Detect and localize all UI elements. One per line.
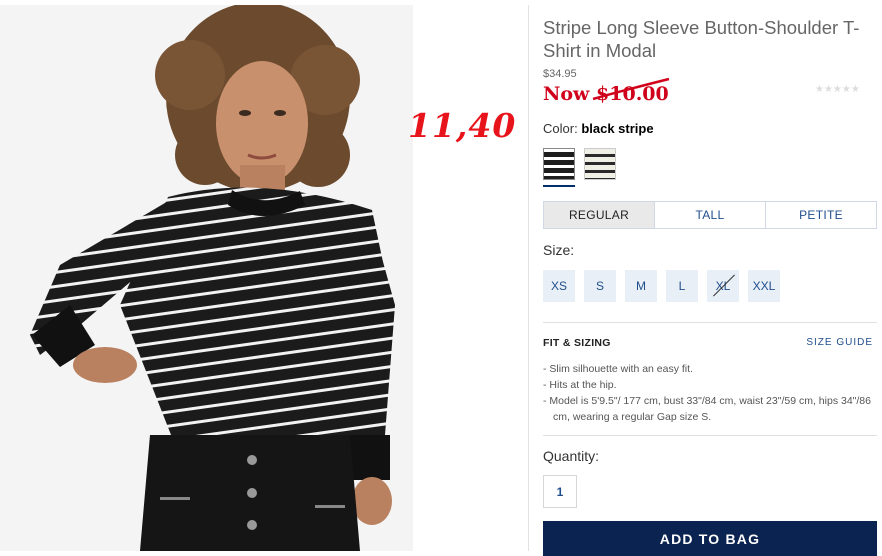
size-xl-unavailable[interactable]: XL — [707, 270, 739, 302]
original-price: $34.95 — [543, 68, 577, 80]
fit-bullet: - Model is 5'9.5"/ 177 cm, bust 33"/84 c… — [543, 395, 871, 423]
fit-bullet: - Hits at the hip. — [543, 379, 617, 391]
swatch-selected-indicator — [543, 185, 575, 187]
tab-petite[interactable]: PETITE — [766, 202, 876, 228]
product-details-panel: Stripe Long Sleeve Button-Shoulder T-Shi… — [528, 5, 882, 556]
tab-regular[interactable]: REGULAR — [544, 202, 655, 228]
size-options: XS S M L XL XXL — [543, 270, 780, 302]
fit-tabs: REGULAR TALL PETITE — [543, 201, 877, 229]
size-guide-link[interactable]: SIZE GUIDE — [806, 337, 873, 348]
size-s[interactable]: S — [584, 270, 616, 302]
size-m[interactable]: M — [625, 270, 657, 302]
sale-amount: $10.00 — [596, 83, 669, 105]
rating-stars[interactable]: ★★★★★ — [815, 84, 860, 95]
swatch-cream-stripe[interactable] — [584, 148, 616, 180]
size-xs[interactable]: XS — [543, 270, 575, 302]
fit-sizing-list: - Slim silhouette with an easy fit. - Hi… — [543, 361, 873, 425]
fit-bullet: - Slim silhouette with an easy fit. — [543, 363, 693, 375]
color-row: Color: black stripe — [543, 121, 654, 136]
color-value: black stripe — [581, 121, 654, 136]
fit-sizing-heading: FIT & SIZING — [543, 337, 611, 349]
sale-price: Now $10.00 — [543, 83, 669, 105]
size-l[interactable]: L — [666, 270, 698, 302]
tab-tall[interactable]: TALL — [655, 202, 766, 228]
quantity-input[interactable]: 1 — [543, 475, 577, 508]
swatch-black-stripe[interactable] — [543, 148, 575, 180]
divider — [543, 322, 877, 323]
product-image[interactable] — [0, 5, 413, 551]
size-label: Size: — [543, 242, 575, 258]
divider — [543, 435, 877, 436]
sale-prefix: Now — [543, 83, 590, 105]
model-illustration — [0, 5, 413, 551]
color-label: Color: — [543, 121, 578, 136]
product-title: Stripe Long Sleeve Button-Shoulder T-Shi… — [543, 17, 860, 61]
size-xxl[interactable]: XXL — [748, 270, 780, 302]
handwritten-price-annotation: 11,40 — [408, 106, 517, 145]
quantity-label: Quantity: — [543, 448, 600, 464]
